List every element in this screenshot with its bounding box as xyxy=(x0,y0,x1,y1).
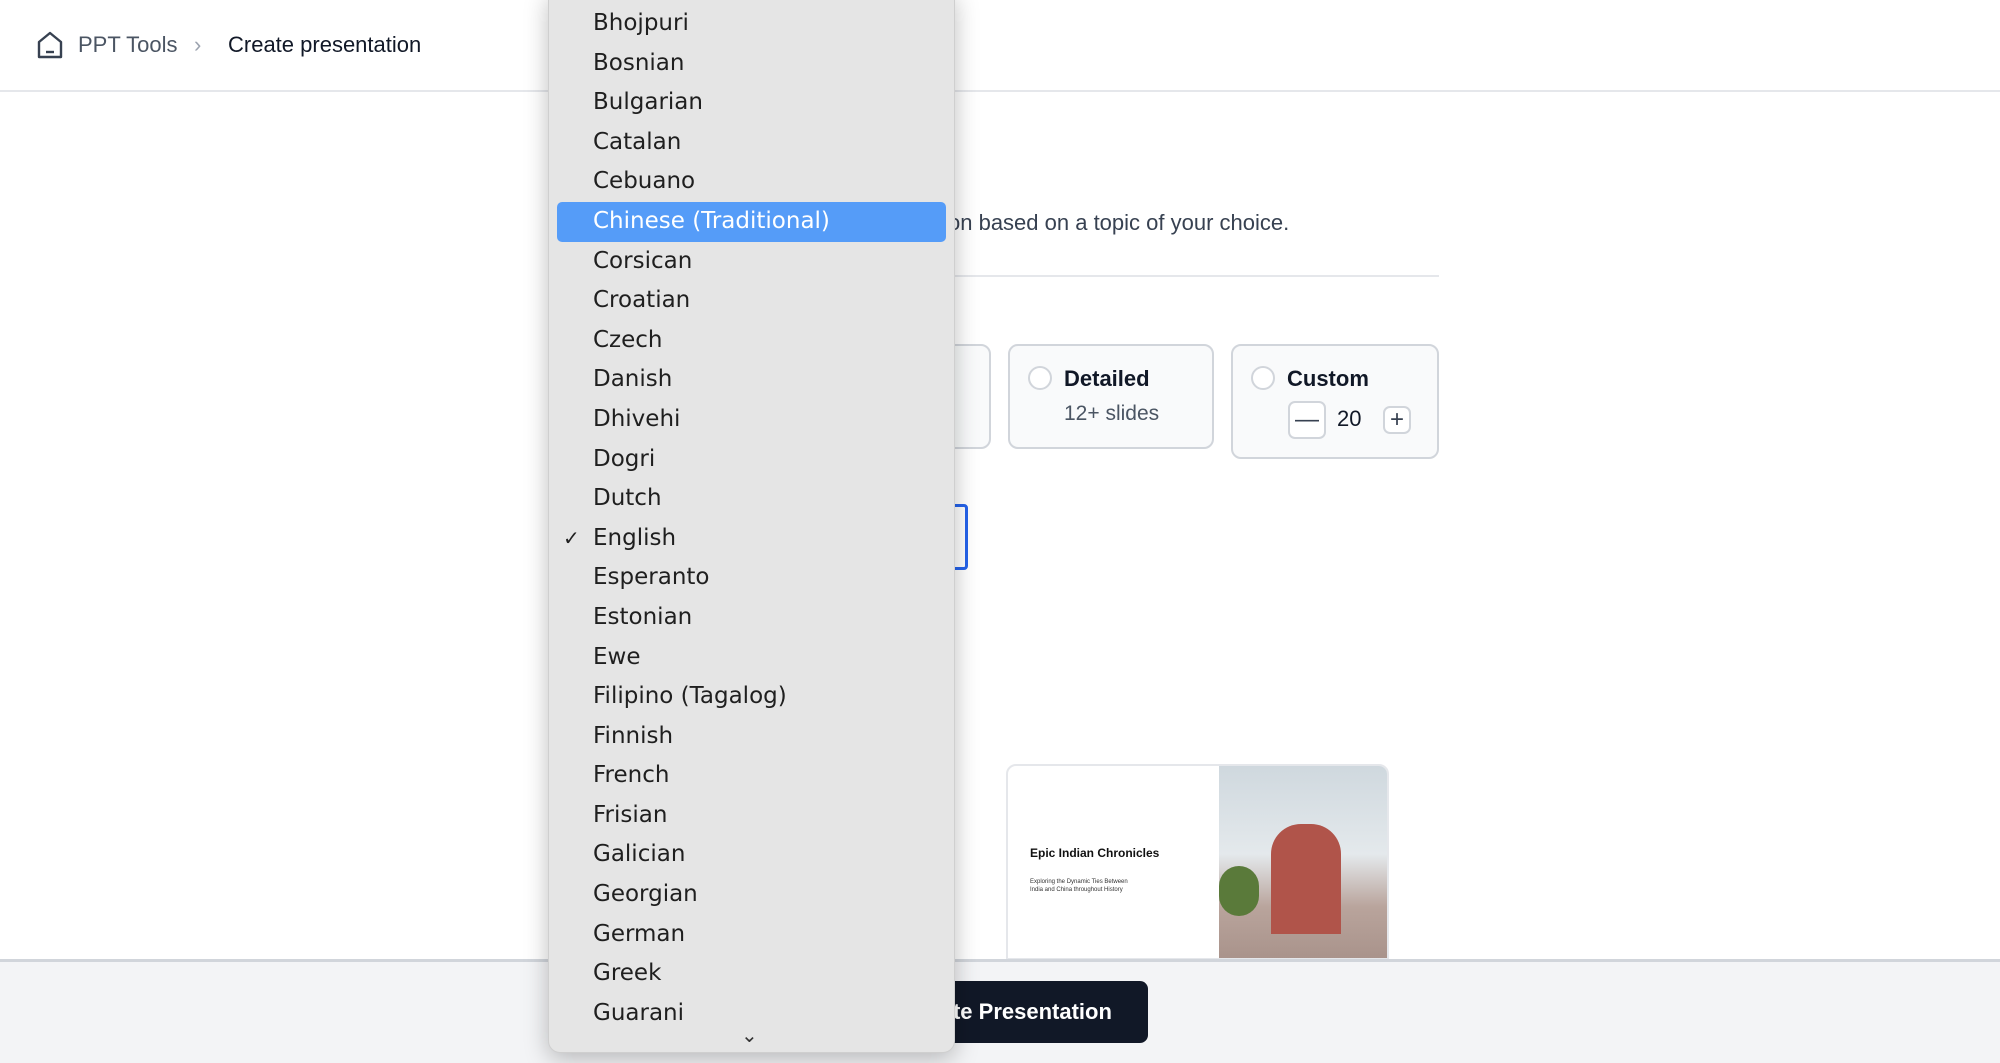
menu-item[interactable]: Filipino (Tagalog) xyxy=(557,677,946,717)
chevron-down-icon[interactable]: ⌄ xyxy=(741,1023,758,1048)
menu-item[interactable]: Galician xyxy=(557,835,946,875)
menu-item[interactable]: Dutch xyxy=(557,479,946,519)
template-title: Epic Indian Chronicles xyxy=(1030,846,1160,860)
menu-item[interactable]: Bosnian xyxy=(557,44,946,84)
breadcrumb-current: Create presentation xyxy=(228,32,422,57)
menu-item[interactable]: French xyxy=(557,756,946,796)
menu-item-label: Ewe xyxy=(593,643,641,670)
menu-item-label: Dutch xyxy=(593,485,662,512)
menu-item[interactable]: Esperanto xyxy=(557,558,946,598)
menu-item[interactable]: Finnish xyxy=(557,717,946,757)
menu-item-label: Bosnian xyxy=(593,49,685,76)
menu-item[interactable]: Catalan xyxy=(557,123,946,163)
menu-item-label: Georgian xyxy=(593,881,698,908)
slide-count[interactable]: 20 xyxy=(1337,406,1361,432)
menu-item[interactable]: Dhivehi xyxy=(557,400,946,440)
menu-item-label: Corsican xyxy=(593,247,693,274)
page-subtitle: on based on a topic of your choice. xyxy=(948,210,1290,235)
option-label: Detailed xyxy=(1064,366,1150,391)
menu-item[interactable]: German xyxy=(557,915,946,955)
menu-item[interactable]: Ewe xyxy=(557,638,946,678)
length-option-custom[interactable]: Custom — 20 + xyxy=(1231,344,1439,459)
radio-custom[interactable] xyxy=(1251,366,1275,390)
menu-item[interactable]: Danish xyxy=(557,360,946,400)
template-card[interactable]: Epic Indian Chronicles Exploring the Dyn… xyxy=(1006,764,1389,960)
menu-item[interactable]: Frisian xyxy=(557,796,946,836)
menu-item-label: Czech xyxy=(593,326,663,353)
menu-item-label: English xyxy=(593,524,677,551)
menu-item-label: German xyxy=(593,920,686,947)
breadcrumb-home[interactable]: PPT Tools xyxy=(78,30,177,60)
option-sub: 12+ slides xyxy=(1064,402,1160,425)
menu-item[interactable]: Estonian xyxy=(557,598,946,638)
template-image xyxy=(1219,766,1387,958)
menu-item-label: Chinese (Traditional) xyxy=(593,207,830,234)
menu-item[interactable]: Bulgarian xyxy=(557,83,946,123)
menu-item[interactable]: Guarani xyxy=(557,994,946,1021)
menu-item-label: Catalan xyxy=(593,128,682,155)
home-icon[interactable] xyxy=(36,30,64,60)
language-dropdown-menu[interactable]: Bhojpuri Bosnian Bulgarian Catalan Cebuano Ch… xyxy=(548,0,955,1053)
menu-item[interactable]: Greek xyxy=(557,954,946,994)
menu-item[interactable]: Croatian xyxy=(557,281,946,321)
menu-item-label: Dhivehi xyxy=(593,405,681,432)
menu-item-label: Bulgarian xyxy=(593,89,703,116)
length-option-detailed[interactable]: Detailed 12+ slides xyxy=(1008,344,1214,449)
menu-item-label: Bhojpuri xyxy=(593,10,689,36)
menu-item-label: Esperanto xyxy=(593,564,710,591)
menu-item-label: Estonian xyxy=(593,603,693,630)
checkmark-icon: ✓ xyxy=(563,525,580,550)
menu-item-label: Cebuano xyxy=(593,168,696,195)
menu-item[interactable]: Bhojpuri xyxy=(557,4,946,44)
radio-detailed[interactable] xyxy=(1028,366,1052,390)
chevron-right-icon: › xyxy=(194,32,202,57)
menu-item-label: Dogri xyxy=(593,445,656,472)
menu-item[interactable]: Chinese (Traditional) xyxy=(557,201,946,242)
menu-item[interactable]: Corsican xyxy=(557,242,946,282)
option-label: Custom xyxy=(1287,366,1369,391)
menu-item-label: Finnish xyxy=(593,722,674,749)
menu-item[interactable]: Dogri xyxy=(557,440,946,480)
menu-item-label: French xyxy=(593,762,670,789)
menu-item[interactable]: Georgian xyxy=(557,875,946,915)
menu-item-label: Guarani xyxy=(593,999,685,1021)
increment-button[interactable]: + xyxy=(1383,406,1411,434)
header: PPT Tools › Create presentation xyxy=(0,0,2000,92)
menu-item[interactable]: Cebuano xyxy=(557,162,946,202)
menu-item-label: Frisian xyxy=(593,801,668,828)
decrement-button[interactable]: — xyxy=(1288,401,1326,439)
menu-item-label: Danish xyxy=(593,366,673,393)
template-subtitle: Exploring the Dynamic Ties Between India… xyxy=(1030,879,1128,893)
menu-item-label: Galician xyxy=(593,841,686,868)
menu-items: Bhojpuri Bosnian Bulgarian Catalan Cebuano Ch… xyxy=(549,4,954,1021)
menu-item-label: Greek xyxy=(593,960,662,987)
menu-item[interactable]: Czech xyxy=(557,321,946,361)
menu-item-label: Filipino (Tagalog) xyxy=(593,683,787,710)
menu-item-label: Croatian xyxy=(593,287,691,314)
menu-item[interactable]: ✓ English xyxy=(557,519,946,559)
